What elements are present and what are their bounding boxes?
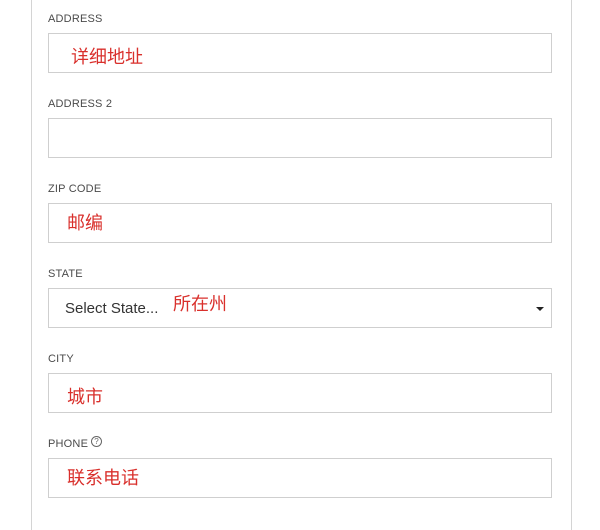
state-label: STATE <box>48 268 83 280</box>
help-icon[interactable]: ? <box>91 436 102 447</box>
address2-field[interactable] <box>48 118 552 158</box>
form-panel <box>31 0 572 530</box>
dropdown-caret-icon <box>536 307 544 311</box>
zip-code-field[interactable]: 邮编 <box>48 203 552 243</box>
state-annotation: 所在州 <box>173 294 227 315</box>
zip-code-label: ZIP CODE <box>48 183 102 195</box>
zip-code-annotation: 邮编 <box>67 213 103 234</box>
phone-annotation: 联系电话 <box>67 468 139 489</box>
state-select[interactable]: Select State... 所在州 <box>48 288 552 328</box>
state-select-value: Select State... <box>65 300 159 317</box>
city-field[interactable]: 城市 <box>48 373 552 413</box>
phone-label: PHONE <box>48 438 89 450</box>
phone-field[interactable]: 联系电话 <box>48 458 552 498</box>
address2-label: ADDRESS 2 <box>48 98 113 110</box>
address-field[interactable]: 详细地址 <box>48 33 552 73</box>
address-label: ADDRESS <box>48 13 103 25</box>
city-annotation: 城市 <box>67 387 103 408</box>
city-label: CITY <box>48 353 74 365</box>
address-annotation: 详细地址 <box>71 47 143 68</box>
